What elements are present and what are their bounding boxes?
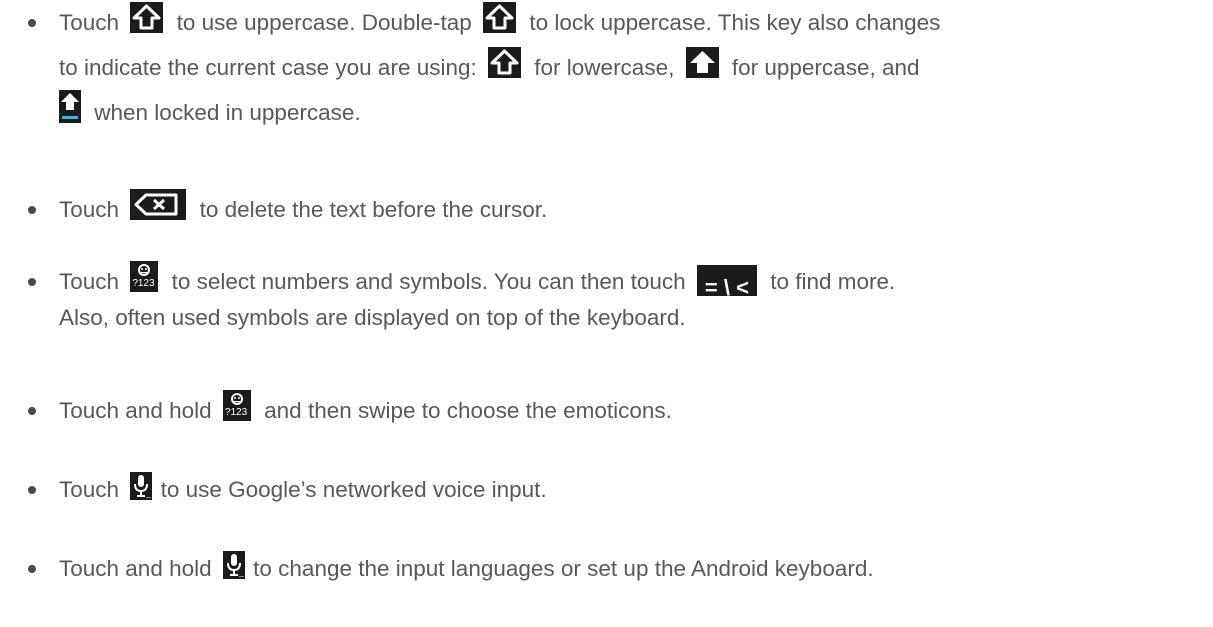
microphone-key-icon — [222, 551, 245, 579]
text: to use Google’s networked voice input. — [160, 477, 547, 502]
bullet-dot — [28, 486, 36, 494]
more-symbols-key: = \ < — [696, 265, 757, 300]
symbols-key-label: ?123 — [132, 278, 155, 289]
text: to change the input languages or set up … — [253, 556, 874, 581]
symbols-emoticon-key-icon: ?123 — [222, 390, 251, 421]
text: for lowercase, — [534, 55, 675, 80]
text: Also, often used symbols are displayed o… — [59, 305, 686, 330]
list-item: Touch and hold to change the input langu… — [28, 546, 1209, 591]
more-symbols-key-label: = \ < — [704, 275, 749, 300]
shift-outline-icon — [483, 2, 517, 33]
list-item: Touch to use uppercase. Double-tap to lo… — [28, 0, 1209, 135]
text: to select numbers and symbols. You can t… — [171, 269, 686, 294]
text: to use uppercase. Double-tap — [176, 10, 472, 35]
text: Touch — [59, 10, 120, 35]
text: Touch — [59, 269, 120, 294]
list-item: Touch ?123 to select numbers and symbols… — [28, 259, 1209, 332]
bullet-dot — [28, 565, 36, 573]
text: to delete the text before the cursor. — [199, 197, 548, 222]
text: Touch and hold — [59, 556, 212, 581]
bullet-dot — [28, 206, 36, 214]
symbols-key-label: ?123 — [224, 407, 248, 418]
text: to find more. — [770, 269, 896, 294]
shift-filled-icon — [685, 47, 719, 78]
text: when locked in uppercase. — [94, 100, 361, 125]
delete-key-icon — [130, 189, 187, 220]
text: Touch — [59, 197, 120, 222]
list-item: Touch and hold ?123 and then swipe to ch… — [28, 388, 1209, 433]
text: for uppercase, and — [731, 55, 920, 80]
shift-outline-icon — [130, 2, 164, 33]
shift-outline-icon — [488, 47, 522, 78]
text: and then swipe to choose the emoticons. — [264, 398, 672, 423]
bullet-dot — [28, 19, 36, 27]
list-item: Touch to delete the text before the curs… — [28, 187, 1209, 232]
bullet-dot — [28, 407, 36, 415]
text: Touch and hold — [59, 398, 212, 423]
text: to lock uppercase. This key also changes — [529, 10, 941, 35]
microphone-key-icon — [130, 472, 153, 500]
list-item: Touch to use Google’s networked voice in… — [28, 467, 1209, 512]
bullet-dot — [28, 278, 36, 286]
shift-locked-icon — [59, 90, 81, 123]
symbols-emoticon-key-icon: ?123 — [130, 261, 159, 292]
text: to indicate the current case you are usi… — [59, 55, 477, 80]
text: Touch — [59, 477, 120, 502]
